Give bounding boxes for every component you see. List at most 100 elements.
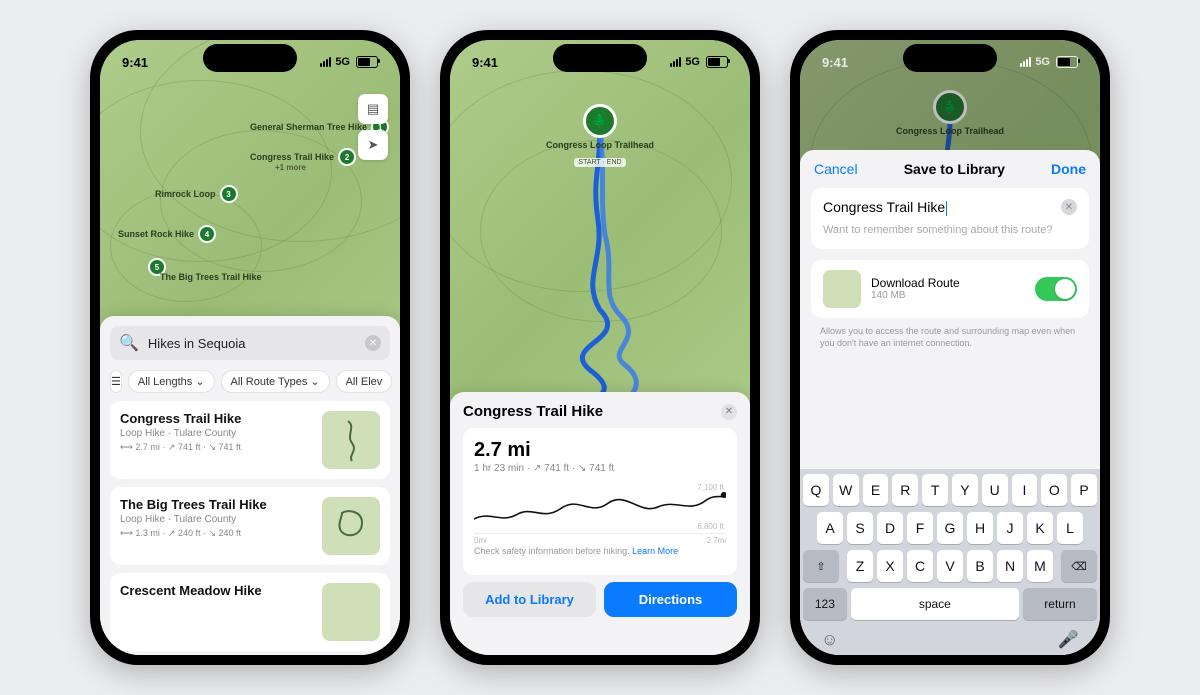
result-card[interactable]: Congress Trail Hike Loop Hike · Tulare C… [110, 401, 390, 479]
map-pin[interactable]: Rimrock Loop3 [155, 185, 238, 203]
trailhead-icon: 🌲 [583, 104, 617, 138]
key-m[interactable]: M [1027, 550, 1053, 582]
route-thumbnail [823, 270, 861, 308]
key-i[interactable]: I [1012, 474, 1038, 506]
key-v[interactable]: V [937, 550, 963, 582]
filter-lengths[interactable]: All Lengths⌄ [128, 370, 215, 393]
numbers-key[interactable]: 123 [803, 588, 847, 620]
phone-route-detail: 9:41 5G 🌲 Congress Loop Trailhead STAR [440, 30, 760, 665]
map-mode-button[interactable]: ▤ [358, 94, 388, 124]
clear-name-button[interactable]: ✕ [1061, 199, 1077, 215]
search-field[interactable]: 🔍 ✕ [110, 326, 390, 360]
search-icon: 🔍 [119, 333, 139, 353]
route-name-input[interactable]: Congress Trail Hike [823, 199, 947, 216]
return-key[interactable]: return [1023, 588, 1097, 620]
download-label: Download Route [871, 276, 1025, 290]
detail-sheet[interactable]: Congress Trail Hike ✕ 2.7 mi 1 hr 23 min… [450, 392, 750, 655]
clear-search-button[interactable]: ✕ [365, 335, 381, 351]
network-label: 5G [685, 56, 700, 68]
filter-settings-button[interactable]: ☰ [110, 370, 122, 393]
result-thumbnail [322, 583, 380, 641]
result-thumbnail [322, 497, 380, 555]
cancel-button[interactable]: Cancel [814, 161, 858, 177]
battery-icon [706, 56, 728, 68]
download-size: 140 MB [871, 290, 1025, 301]
trailhead-icon: 🌲 [933, 90, 967, 124]
result-thumbnail [322, 411, 380, 469]
trailhead-marker: 🌲 Congress Loop Trailhead [896, 90, 1004, 137]
trailhead-startend: START · END [574, 158, 625, 167]
filter-elevation[interactable]: All Elev [336, 370, 393, 393]
key-w[interactable]: W [833, 474, 859, 506]
learn-more-link[interactable]: Learn More [632, 546, 678, 556]
key-u[interactable]: U [982, 474, 1008, 506]
emoji-key[interactable]: ☺ [821, 630, 838, 650]
phone-save-library: 9:41 5G 🌲 Congress Loop Trailhead Cancel [790, 30, 1110, 665]
battery-icon [356, 56, 378, 68]
key-z[interactable]: Z [847, 550, 873, 582]
result-subtitle: Loop Hike · Tulare County [120, 514, 313, 525]
key-x[interactable]: X [877, 550, 903, 582]
result-card[interactable]: The Big Trees Trail Hike Loop Hike · Tul… [110, 487, 390, 565]
shift-key[interactable]: ⇧ [803, 550, 839, 582]
key-d[interactable]: D [877, 512, 903, 544]
key-k[interactable]: K [1027, 512, 1053, 544]
save-modal: Cancel Save to Library Done Congress Tra… [800, 150, 1100, 655]
key-r[interactable]: R [892, 474, 918, 506]
key-j[interactable]: J [997, 512, 1023, 544]
key-e[interactable]: E [863, 474, 889, 506]
key-n[interactable]: N [997, 550, 1023, 582]
space-key[interactable]: space [851, 588, 1019, 620]
done-button[interactable]: Done [1051, 161, 1086, 177]
map-pin-more[interactable]: +1 more [275, 163, 306, 172]
signal-icon [1020, 57, 1031, 67]
key-h[interactable]: H [967, 512, 993, 544]
key-s[interactable]: S [847, 512, 873, 544]
sliders-icon: ☰ [111, 375, 121, 388]
key-a[interactable]: A [817, 512, 843, 544]
locate-me-button[interactable]: ➤ [358, 130, 388, 160]
layers-icon: ▤ [367, 101, 379, 117]
trailhead-marker[interactable]: 🌲 Congress Loop Trailhead START · END [546, 104, 654, 169]
signal-icon [670, 57, 681, 67]
key-q[interactable]: Q [803, 474, 829, 506]
dynamic-island [203, 44, 297, 72]
filter-route-types[interactable]: All Route Types⌄ [221, 370, 330, 393]
modal-title: Save to Library [904, 161, 1005, 177]
key-y[interactable]: Y [952, 474, 978, 506]
key-t[interactable]: T [922, 474, 948, 506]
result-subtitle: Loop Hike · Tulare County [120, 428, 313, 439]
close-sheet-button[interactable]: ✕ [721, 404, 737, 420]
backspace-key[interactable]: ⌫ [1061, 550, 1097, 582]
result-card[interactable]: Crescent Meadow Hike [110, 573, 390, 651]
key-g[interactable]: G [937, 512, 963, 544]
route-title: Congress Trail Hike [463, 403, 603, 420]
location-arrow-icon: ➤ [368, 137, 379, 153]
name-card: Congress Trail Hike ✕ Want to remember s… [811, 188, 1089, 249]
download-toggle[interactable] [1035, 277, 1077, 301]
directions-button[interactable]: Directions [604, 582, 737, 617]
key-b[interactable]: B [967, 550, 993, 582]
key-l[interactable]: L [1057, 512, 1083, 544]
results-list: Congress Trail Hike Loop Hike · Tulare C… [100, 401, 400, 655]
status-time: 9:41 [822, 55, 848, 70]
key-c[interactable]: C [907, 550, 933, 582]
trailhead-name: Congress Loop Trailhead [546, 141, 654, 151]
search-input[interactable] [146, 335, 358, 352]
map-pin[interactable]: Sunset Rock Hike4 [118, 225, 216, 243]
network-label: 5G [1035, 56, 1050, 68]
elev-y-top: 7,100 ft [697, 483, 724, 492]
results-sheet[interactable]: 🔍 ✕ ☰ All Lengths⌄ All Route Types⌄ All … [100, 316, 400, 655]
chevron-down-icon: ⌄ [310, 375, 319, 388]
chevron-down-icon: ⌄ [195, 375, 204, 388]
key-p[interactable]: P [1071, 474, 1097, 506]
elevation-chart[interactable]: 7,100 ft 6,800 ft 0mi 2.7mi [474, 481, 726, 534]
key-o[interactable]: O [1041, 474, 1067, 506]
map-pin[interactable]: The Big Trees Trail Hike [160, 272, 262, 282]
add-to-library-button[interactable]: Add to Library [463, 582, 596, 617]
result-stats: ⟷ 2.7 mi · ↗ 741 ft · ↘ 741 ft [120, 442, 313, 453]
safety-notice: Check safety information before hiking. … [474, 546, 726, 556]
note-input[interactable]: Want to remember something about this ro… [823, 223, 1077, 238]
dictation-key[interactable]: 🎤 [1058, 630, 1079, 650]
key-f[interactable]: F [907, 512, 933, 544]
